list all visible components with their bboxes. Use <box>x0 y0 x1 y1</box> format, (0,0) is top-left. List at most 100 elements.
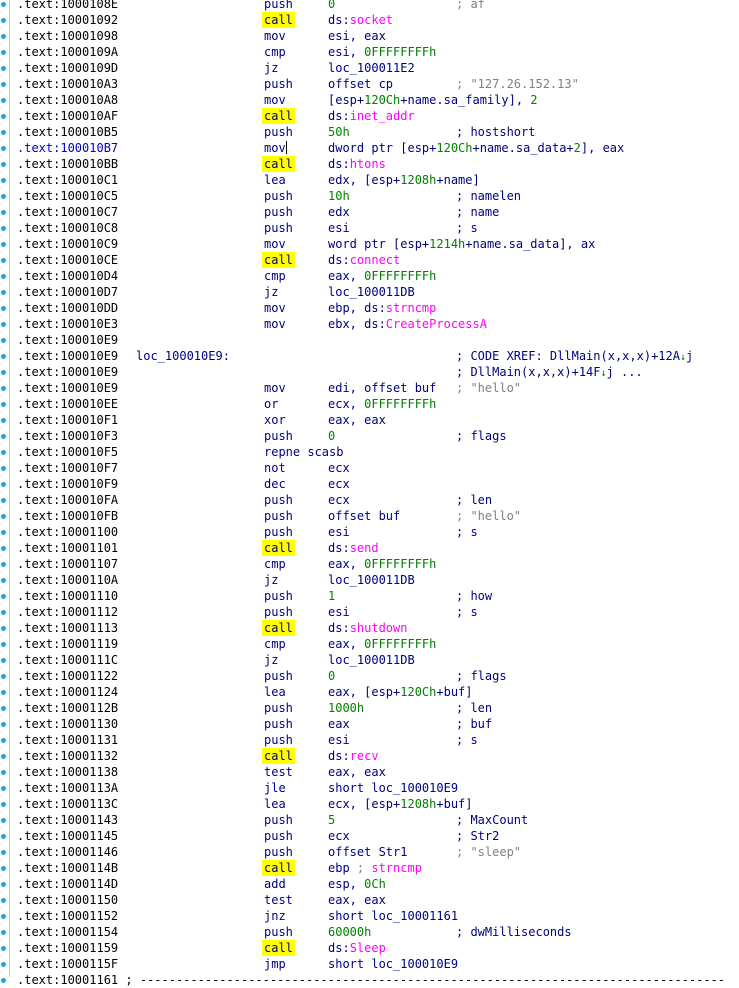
operand[interactable]: 5 <box>328 812 335 828</box>
operand[interactable]: short loc_10001161 <box>328 908 458 924</box>
operand[interactable]: word ptr [esp+1214h+name.sa_data], ax <box>328 236 595 252</box>
address[interactable]: .text:100010C8 <box>17 220 118 236</box>
listing-row[interactable]: .text:100010D4 cmp eax, 0FFFFFFFFh <box>0 268 739 284</box>
address[interactable]: .text:1000109D <box>17 60 118 76</box>
operand[interactable]: loc_100011DB <box>328 652 415 668</box>
listing-row[interactable]: .text:100010B5 push 50h ; hostshort <box>0 124 739 140</box>
address[interactable]: .text:100010D7 <box>17 284 118 300</box>
listing-row[interactable]: .text:10001100 push esi ; s <box>0 524 739 540</box>
api-name[interactable]: shutdown <box>350 621 408 635</box>
operand[interactable]: ds:Sleep <box>328 940 386 956</box>
listing-row[interactable]: .text:10001159 call ds:Sleep <box>0 940 739 956</box>
address[interactable]: .text:1000113C <box>17 796 118 812</box>
listing-row[interactable]: .text:10001138 test eax, eax <box>0 764 739 780</box>
address[interactable]: .text:1000113A <box>17 780 118 796</box>
address[interactable]: .text:10001138 <box>17 764 118 780</box>
address[interactable]: .text:10001098 <box>17 28 118 44</box>
listing-row[interactable]: .text:10001152 jnz short loc_10001161 <box>0 908 739 924</box>
operand[interactable]: esi, 0FFFFFFFFh <box>328 44 436 60</box>
address[interactable]: .text:100010C1 <box>17 172 118 188</box>
address[interactable]: .text:100010CE <box>17 252 118 268</box>
address[interactable]: .text:100010C5 <box>17 188 118 204</box>
listing-row[interactable]: .text:100010E9 mov edi, offset buf ; "hello… <box>0 380 739 396</box>
api-name[interactable]: recv <box>350 749 379 763</box>
listing-row[interactable]: .text:100010CE call ds:connect <box>0 252 739 268</box>
listing-row[interactable]: .text:10001132 call ds:recv <box>0 748 739 764</box>
listing-row[interactable]: .text:100010F7 not ecx <box>0 460 739 476</box>
listing-row[interactable]: .text:1000112B push 1000h ; len <box>0 700 739 716</box>
listing-row[interactable]: .text:1000110A jz loc_100011DB <box>0 572 739 588</box>
operand[interactable]: ds:connect <box>328 252 400 268</box>
address[interactable]: .text:10001112 <box>17 604 118 620</box>
address[interactable]: .text:100010FA <box>17 492 118 508</box>
address[interactable]: .text:10001131 <box>17 732 118 748</box>
listing-row[interactable]: .text:10001098 mov esi, eax <box>0 28 739 44</box>
listing-row[interactable]: .text:10001146 push offset Str1 ; "sleep" <box>0 844 739 860</box>
listing-row[interactable]: .text:100010C9 mov word ptr [esp+1214h+nam… <box>0 236 739 252</box>
operand[interactable]: ebp ; strncmp <box>328 860 422 876</box>
listing-row[interactable]: .text:10001112 push esi ; s <box>0 604 739 620</box>
listing-row[interactable]: .text:1000111C jz loc_100011DB <box>0 652 739 668</box>
address[interactable]: .text:100010A8 <box>17 92 118 108</box>
api-name[interactable]: socket <box>350 13 393 27</box>
operand[interactable]: ecx <box>328 476 350 492</box>
operand[interactable]: ds:shutdown <box>328 620 407 636</box>
listing-row[interactable]: .text:100010C1 lea edx, [esp+1208h+name] <box>0 172 739 188</box>
operand[interactable]: esi <box>328 220 350 236</box>
address[interactable]: .text:10001150 <box>17 892 118 908</box>
operand[interactable]: ds:htons <box>328 156 386 172</box>
address[interactable]: .text:10001110 <box>17 588 118 604</box>
address[interactable]: .text:1000115F <box>17 956 118 972</box>
listing-row[interactable]: .text:100010E3 mov ebx, ds:CreateProcessA <box>0 316 739 332</box>
operand[interactable]: dword ptr [esp+120Ch+name.sa_data+2], ea… <box>328 140 624 156</box>
listing-row[interactable]: .text:100010D7 jz loc_100011DB <box>0 284 739 300</box>
listing-row[interactable]: .text:100010E9 loc_100010E9: ; CODE XREF: … <box>0 348 739 364</box>
operand[interactable]: eax, 0FFFFFFFFh <box>328 636 436 652</box>
operand[interactable]: eax <box>328 716 350 732</box>
operand[interactable]: 0 <box>328 668 335 684</box>
operand[interactable]: ds:send <box>328 540 379 556</box>
operand[interactable]: 0 <box>328 428 335 444</box>
operand[interactable]: ecx <box>328 828 350 844</box>
api-name[interactable]: CreateProcessA <box>386 317 487 331</box>
address[interactable]: .text:1000111C <box>17 652 118 668</box>
operand[interactable]: loc_100011DB <box>328 284 415 300</box>
operand[interactable]: [esp+120Ch+name.sa_family], 2 <box>328 92 538 108</box>
address[interactable]: .text:100010F7 <box>17 460 118 476</box>
listing-row[interactable]: .text:100010FA push ecx ; len <box>0 492 739 508</box>
address[interactable]: .text:100010BB <box>17 156 118 172</box>
operand[interactable]: 60000h <box>328 924 371 940</box>
listing-row[interactable]: .text:100010EE or ecx, 0FFFFFFFFh <box>0 396 739 412</box>
api-name[interactable]: send <box>350 541 379 555</box>
listing-row[interactable]: .text:1000114D add esp, 0Ch <box>0 876 739 892</box>
operand[interactable]: 10h <box>328 188 350 204</box>
listing-row[interactable]: .text:10001119 cmp eax, 0FFFFFFFFh <box>0 636 739 652</box>
address[interactable]: .text:100010F1 <box>17 412 118 428</box>
listing-row[interactable]: .text:10001113 call ds:shutdown <box>0 620 739 636</box>
api-name[interactable]: htons <box>350 157 386 171</box>
address[interactable]: .text:10001154 <box>17 924 118 940</box>
address[interactable]: .text:100010FB <box>17 508 118 524</box>
listing-row[interactable]: .text:10001124 lea eax, [esp+120Ch+buf] <box>0 684 739 700</box>
operand[interactable]: edx, [esp+1208h+name] <box>328 172 480 188</box>
address[interactable]: .text:1000109A <box>17 44 118 60</box>
listing-row[interactable]: .text:10001145 push ecx ; Str2 <box>0 828 739 844</box>
listing-row[interactable]: .text:100010E9; DllMain(x,x,x)+14F↓j ... <box>0 364 739 380</box>
operand[interactable]: eax, eax <box>328 412 386 428</box>
operand[interactable]: ecx <box>328 460 350 476</box>
address[interactable]: .text:1000108E <box>17 0 118 12</box>
listing-row[interactable]: .text:10001143 push 5 ; MaxCount <box>0 812 739 828</box>
api-name[interactable]: inet_addr <box>350 109 415 123</box>
address[interactable]: .text:10001107 <box>17 556 118 572</box>
operand[interactable]: ds:socket <box>328 12 393 28</box>
address[interactable]: .text:10001132 <box>17 748 118 764</box>
api-name[interactable]: strncmp <box>386 301 437 315</box>
code-label[interactable]: loc_100010E9: <box>136 348 230 364</box>
operand[interactable]: short loc_100010E9 <box>328 780 458 796</box>
address[interactable]: .text:100010B7 <box>17 140 118 156</box>
operand[interactable]: offset Str1 <box>328 844 407 860</box>
address[interactable]: .text:10001122 <box>17 668 118 684</box>
operand[interactable]: loc_100011DB <box>328 572 415 588</box>
listing-row[interactable]: .text:1000109D jz loc_100011E2 <box>0 60 739 76</box>
listing-row[interactable]: .text:10001107 cmp eax, 0FFFFFFFFh <box>0 556 739 572</box>
